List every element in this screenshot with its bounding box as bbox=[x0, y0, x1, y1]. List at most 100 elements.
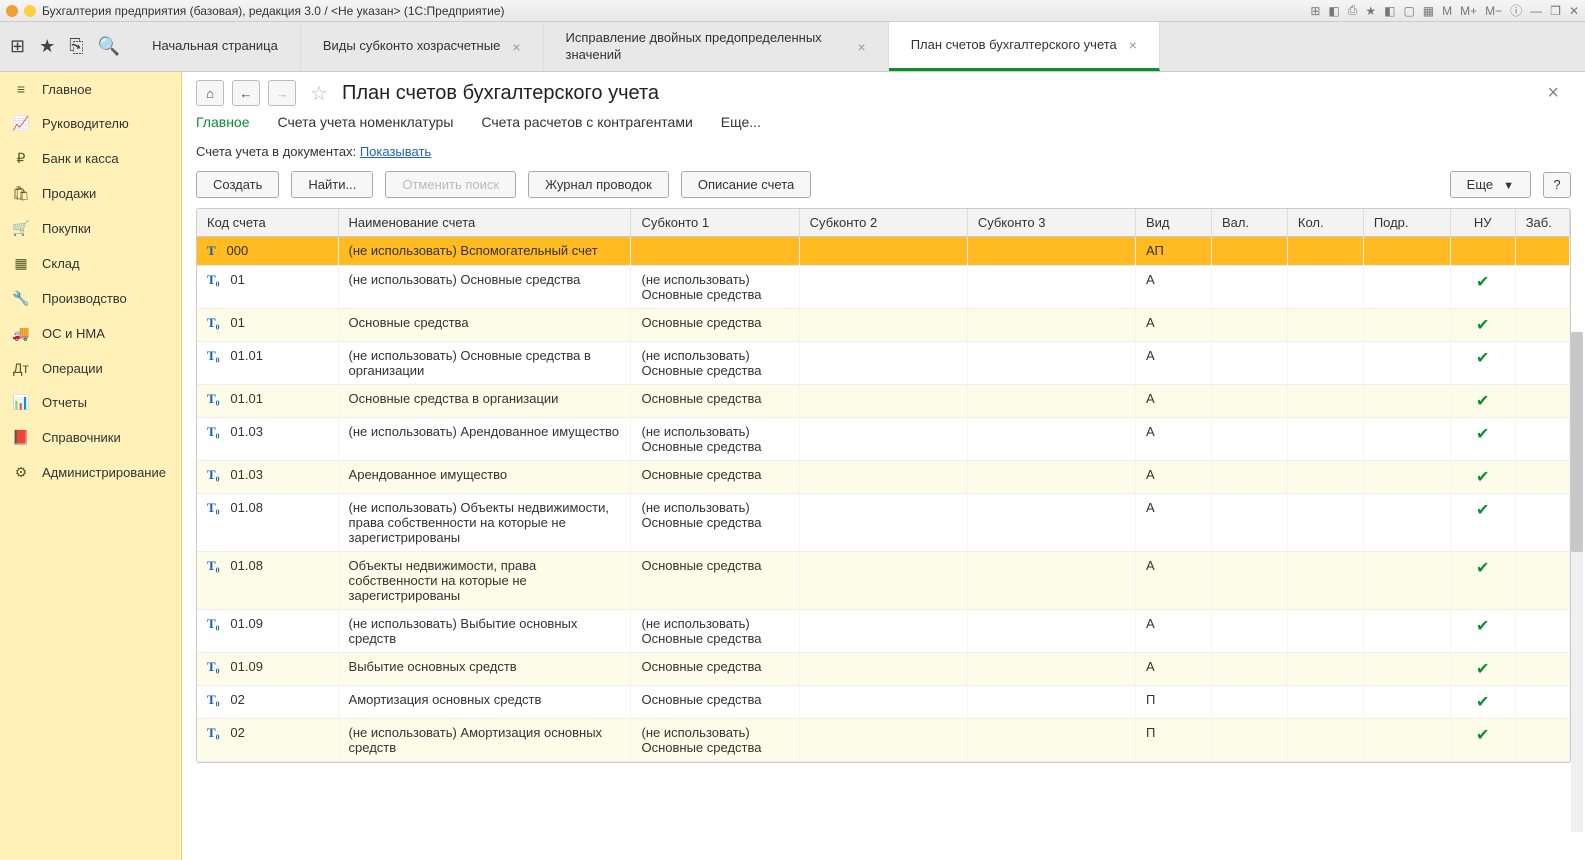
table-row[interactable]: T₀ 02Амортизация основных средствОсновны… bbox=[197, 686, 1570, 719]
sidebar: ≡Главное📈Руководителю₽Банк и касса🛍Прода… bbox=[0, 72, 182, 860]
titlebar-icon[interactable]: M bbox=[1442, 4, 1452, 18]
home-button[interactable]: ⌂ bbox=[196, 80, 224, 106]
subkonto1-cell: Основные средства bbox=[631, 552, 799, 610]
name-cell: Объекты недвижимости, права собственност… bbox=[338, 552, 631, 610]
table-row[interactable]: T₀ 01.09(не использовать) Выбытие основн… bbox=[197, 610, 1570, 653]
vertical-scrollbar[interactable] bbox=[1571, 332, 1583, 832]
sidebar-item[interactable]: ▦Склад bbox=[0, 246, 181, 281]
titlebar-icon[interactable]: ▦ bbox=[1423, 4, 1434, 18]
titlebar-icon[interactable]: — bbox=[1530, 4, 1542, 18]
table-row[interactable]: T₀ 01.09Выбытие основных средствОсновные… bbox=[197, 653, 1570, 686]
top-icon[interactable]: ⎘ bbox=[69, 36, 83, 57]
table-row[interactable]: T₀ 01.01(не использовать) Основные средс… bbox=[197, 342, 1570, 385]
help-button[interactable]: ? bbox=[1543, 172, 1571, 198]
val-cell bbox=[1211, 418, 1287, 461]
find-button[interactable]: Найти... bbox=[291, 171, 373, 198]
subkonto2-cell bbox=[799, 309, 967, 342]
subnav-item[interactable]: Счета учета номенклатуры bbox=[278, 114, 454, 130]
vid-cell: А bbox=[1136, 494, 1212, 552]
sidebar-item[interactable]: 📕Справочники bbox=[0, 420, 181, 455]
column-header[interactable]: Субконто 3 bbox=[967, 209, 1135, 237]
sidebar-icon: 📊 bbox=[12, 394, 30, 411]
accounts-table: Код счетаНаименование счетаСубконто 1Суб… bbox=[197, 209, 1570, 762]
top-icon[interactable]: ★ bbox=[39, 36, 55, 57]
table-row[interactable]: T₀ 01.03(не использовать) Арендованное и… bbox=[197, 418, 1570, 461]
table-row[interactable]: T 000(не использовать) Вспомогательный с… bbox=[197, 237, 1570, 266]
sidebar-item[interactable]: ⚙Администрирование bbox=[0, 455, 181, 490]
titlebar-icon[interactable]: ⓘ bbox=[1510, 2, 1522, 19]
tab[interactable]: Виды субконто хозрасчетные× bbox=[301, 22, 544, 71]
forward-button[interactable]: → bbox=[268, 80, 296, 106]
column-header[interactable]: Наименование счета bbox=[338, 209, 631, 237]
podr-cell bbox=[1363, 552, 1450, 610]
close-icon[interactable]: × bbox=[512, 40, 520, 54]
column-header[interactable]: Кол. bbox=[1287, 209, 1363, 237]
subnav-item[interactable]: Еще... bbox=[721, 114, 761, 130]
sidebar-item[interactable]: 📊Отчеты bbox=[0, 385, 181, 420]
table-row[interactable]: T₀ 01.08Объекты недвижимости, права собс… bbox=[197, 552, 1570, 610]
table-row[interactable]: T₀ 01.08(не использовать) Объекты недвиж… bbox=[197, 494, 1570, 552]
subkonto3-cell bbox=[967, 719, 1135, 762]
top-icon[interactable]: 🔍 bbox=[98, 36, 120, 57]
titlebar-icon[interactable]: ❐ bbox=[1550, 4, 1561, 18]
titlebar-icon[interactable]: M+ bbox=[1460, 4, 1477, 18]
column-header[interactable]: Код счета bbox=[197, 209, 338, 237]
sidebar-item[interactable]: 🛍Продажи bbox=[0, 176, 181, 211]
top-icon[interactable]: ⊞ bbox=[10, 36, 25, 57]
sidebar-item[interactable]: ≡Главное bbox=[0, 72, 181, 106]
tab[interactable]: Начальная страница bbox=[130, 22, 301, 71]
docline-link[interactable]: Показывать bbox=[360, 144, 431, 159]
titlebar-icon[interactable]: M− bbox=[1485, 4, 1502, 18]
podr-cell bbox=[1363, 610, 1450, 653]
journal-button[interactable]: Журнал проводок bbox=[528, 171, 669, 198]
favorite-star-icon[interactable]: ☆ bbox=[310, 81, 328, 106]
sidebar-item[interactable]: 🛒Покупки bbox=[0, 211, 181, 246]
column-header[interactable]: НУ bbox=[1450, 209, 1515, 237]
column-header[interactable]: Вид bbox=[1136, 209, 1212, 237]
sidebar-label: Продажи bbox=[42, 186, 96, 201]
sidebar-item[interactable]: ₽Банк и касса bbox=[0, 141, 181, 176]
column-header[interactable]: Заб. bbox=[1515, 209, 1569, 237]
nu-cell bbox=[1450, 237, 1515, 266]
create-button[interactable]: Создать bbox=[196, 171, 279, 198]
table-row[interactable]: T₀ 01(не использовать) Основные средства… bbox=[197, 266, 1570, 309]
val-cell bbox=[1211, 552, 1287, 610]
table-row[interactable]: T₀ 01.01Основные средства в организацииО… bbox=[197, 385, 1570, 418]
scrollbar-thumb[interactable] bbox=[1571, 332, 1583, 552]
content-area: ⌂ ← → ☆ План счетов бухгалтерского учета… bbox=[182, 72, 1585, 860]
titlebar-icon[interactable]: ★ bbox=[1365, 4, 1376, 18]
column-header[interactable]: Вал. bbox=[1211, 209, 1287, 237]
titlebar-icon[interactable]: ⎙ bbox=[1348, 3, 1358, 18]
subnav-item[interactable]: Главное bbox=[196, 114, 250, 130]
app-icon-2 bbox=[24, 5, 36, 17]
close-icon[interactable]: × bbox=[1129, 38, 1137, 52]
titlebar-icon[interactable]: ✕ bbox=[1569, 4, 1579, 18]
table-row[interactable]: T₀ 01.03Арендованное имуществоОсновные с… bbox=[197, 461, 1570, 494]
column-header[interactable]: Субконто 1 bbox=[631, 209, 799, 237]
table-row[interactable]: T₀ 02(не использовать) Амортизация основ… bbox=[197, 719, 1570, 762]
tab[interactable]: План счетов бухгалтерского учета× bbox=[889, 22, 1160, 71]
column-header[interactable]: Субконто 2 bbox=[799, 209, 967, 237]
sidebar-item[interactable]: ДтОперации bbox=[0, 351, 181, 385]
name-cell: (не использовать) Основные средства bbox=[338, 266, 631, 309]
cancel-search-button[interactable]: Отменить поиск bbox=[385, 171, 516, 198]
titlebar-icon[interactable]: ⊞ bbox=[1310, 4, 1320, 18]
titlebar-icon[interactable]: ◧ bbox=[1328, 4, 1339, 18]
sidebar-label: Покупки bbox=[42, 221, 91, 236]
sidebar-item[interactable]: 🚚ОС и НМА bbox=[0, 316, 181, 351]
close-page-button[interactable]: × bbox=[1547, 82, 1571, 105]
back-button[interactable]: ← bbox=[232, 80, 260, 106]
titlebar-icon[interactable]: ▢ bbox=[1403, 4, 1414, 18]
tab[interactable]: Исправление двойных предопределенных зна… bbox=[544, 22, 889, 71]
column-header[interactable]: Подр. bbox=[1363, 209, 1450, 237]
sidebar-item[interactable]: 🔧Производство bbox=[0, 281, 181, 316]
table-row[interactable]: T₀ 01Основные средстваОсновные средстваА… bbox=[197, 309, 1570, 342]
titlebar-icon[interactable]: ◧ bbox=[1384, 4, 1395, 18]
close-icon[interactable]: × bbox=[858, 40, 866, 54]
account-description-button[interactable]: Описание счета bbox=[681, 171, 811, 198]
subnav-item[interactable]: Счета расчетов с контрагентами bbox=[481, 114, 692, 130]
subkonto1-cell: (не использовать) Основные средства bbox=[631, 342, 799, 385]
more-button[interactable]: Еще▼ bbox=[1450, 171, 1531, 198]
sidebar-item[interactable]: 📈Руководителю bbox=[0, 106, 181, 141]
subkonto1-cell: Основные средства bbox=[631, 385, 799, 418]
